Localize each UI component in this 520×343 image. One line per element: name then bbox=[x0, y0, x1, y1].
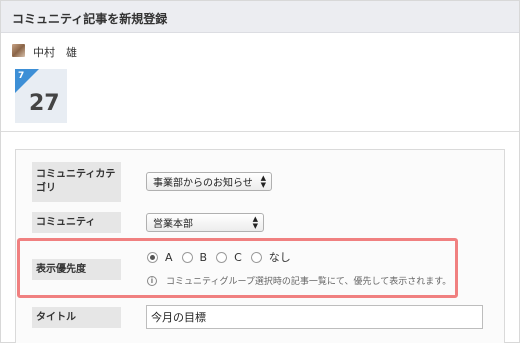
community-select[interactable]: 営業本部 ▲ ▼ bbox=[146, 213, 264, 232]
avatar bbox=[12, 44, 25, 57]
date-month: 7 bbox=[18, 71, 25, 81]
community-label: コミュニティ bbox=[32, 212, 121, 233]
date-day: 27 bbox=[29, 91, 60, 116]
title-label: タイトル bbox=[32, 307, 121, 328]
page-title: コミュニティ記事を新規登録 bbox=[12, 12, 168, 26]
title-input[interactable] bbox=[146, 305, 483, 329]
updown-arrow-icon: ▲ ▼ bbox=[252, 215, 258, 230]
section-divider bbox=[1, 131, 519, 132]
community-select-value: 営業本部 bbox=[153, 219, 193, 230]
category-select[interactable]: 事業部からのお知らせ ▲ ▼ bbox=[146, 172, 272, 191]
date-badge: 7 27 bbox=[15, 69, 67, 123]
author-name: 中村 雄 bbox=[33, 46, 77, 59]
category-label: コミュニティカテゴリ bbox=[32, 162, 121, 202]
priority-highlight-box bbox=[17, 238, 458, 298]
updown-arrow-icon: ▲ ▼ bbox=[260, 174, 266, 189]
page-header: コミュニティ記事を新規登録 bbox=[1, 1, 519, 33]
category-select-value: 事業部からのお知らせ bbox=[153, 178, 253, 189]
